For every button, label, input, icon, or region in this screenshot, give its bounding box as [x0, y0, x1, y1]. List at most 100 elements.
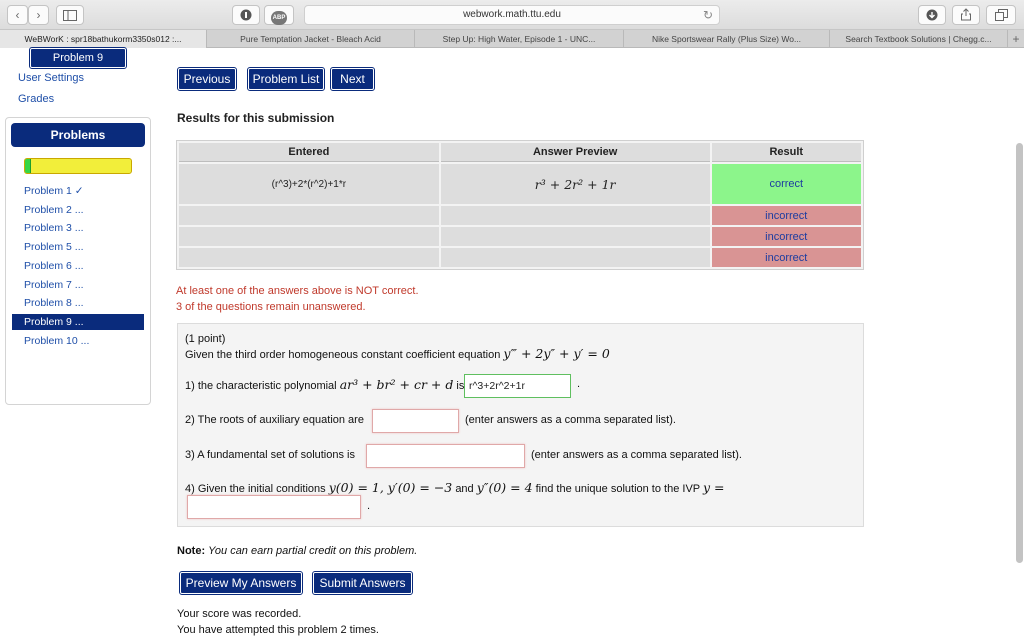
q4-prefix: 4) Given the initial conditions	[185, 483, 326, 495]
downloads-button[interactable]	[918, 5, 946, 25]
result-cell: incorrect	[711, 227, 861, 246]
q4-period: .	[367, 500, 371, 512]
entered-cell	[179, 227, 439, 246]
q4-suffix: find the unique solution to the IVP	[535, 483, 700, 495]
q4-and: and	[455, 483, 474, 495]
question-2-text: 2) The roots of auxiliary equation are	[185, 414, 364, 426]
initial-conditions-2: y″(0) = 4	[476, 480, 533, 495]
problem-intro: Given the third order homogeneous consta…	[185, 346, 610, 361]
sidebar-problem-item[interactable]: Problem 8 ...	[24, 297, 84, 309]
problem-list-button[interactable]: Problem List	[247, 67, 325, 91]
fundamental-set-hint: (enter answers as a comma separated list…	[531, 449, 742, 461]
address-bar[interactable]: webwork.math.ttu.edu ↻	[304, 5, 720, 25]
intro-text: Given the third order homogeneous consta…	[185, 349, 501, 361]
differential-equation: y‴ + 2y″ + y′ = 0	[503, 346, 610, 361]
roots-hint: (enter answers as a comma separated list…	[465, 414, 676, 426]
unanswered-warning: 3 of the questions remain unanswered.	[176, 301, 366, 313]
results-row: incorrect	[179, 227, 861, 246]
question-1: 1) the characteristic polynomial ar³ + b…	[185, 377, 464, 392]
initial-conditions-1: y(0) = 1, y′(0) = −3	[328, 480, 453, 495]
sidebar-problem-item[interactable]: Problem 9 ...	[12, 313, 144, 330]
next-button[interactable]: Next	[330, 67, 375, 91]
results-heading: Results for this submission	[177, 111, 335, 125]
preview-cell	[440, 227, 710, 246]
sidebar-problem-item[interactable]: Problem 6 ...	[24, 260, 84, 272]
tab-bar: WeBWorK : spr18bathukorm3350s012 :... Pur…	[0, 30, 1024, 48]
user-settings-link[interactable]: User Settings	[18, 72, 84, 84]
problem-points: (1 point)	[185, 333, 226, 345]
fundamental-set-input[interactable]	[366, 444, 525, 468]
page-scrollbar[interactable]	[1016, 143, 1023, 563]
entered-cell	[179, 248, 439, 267]
sidebar-problem-item[interactable]: Problem 3 ...	[24, 222, 84, 234]
browser-tab[interactable]: Pure Temptation Jacket - Bleach Acid	[207, 30, 415, 48]
results-row: incorrect	[179, 248, 861, 267]
partial-credit-note: Note: You can earn partial credit on thi…	[177, 545, 417, 557]
share-icon	[961, 8, 971, 21]
attempts-status: You have attempted this problem 2 times.	[177, 624, 379, 636]
browser-tab[interactable]: Step Up: High Water, Episode 1 - UNC...	[415, 30, 624, 48]
entered-cell	[179, 206, 439, 225]
page-content: Problem 9 User Settings Grades Problems …	[0, 47, 1024, 640]
privacy-extension-button[interactable]	[232, 5, 260, 25]
current-problem-link[interactable]: Problem 9	[29, 47, 127, 69]
tabs-icon	[994, 9, 1008, 21]
grades-link[interactable]: Grades	[18, 93, 54, 105]
characteristic-polynomial: ar³ + br² + cr + d	[339, 377, 454, 392]
url-text: webwork.math.ttu.edu	[463, 9, 561, 20]
problems-header: Problems	[11, 123, 145, 147]
results-table: Entered Answer Preview Result (r^3)+2*(r…	[176, 140, 864, 270]
ivp-solution-input[interactable]	[187, 495, 361, 519]
ivp-y-label: y =	[702, 480, 725, 495]
question-4: 4) Given the initial conditions y(0) = 1…	[185, 480, 725, 495]
result-cell: incorrect	[711, 248, 861, 267]
previous-button[interactable]: Previous	[177, 67, 237, 91]
preview-cell	[440, 248, 710, 267]
submit-answers-button[interactable]: Submit Answers	[312, 571, 413, 595]
results-row: incorrect	[179, 206, 861, 225]
sidebar-problem-item[interactable]: Problem 2 ...	[24, 204, 84, 216]
entered-cell: (r^3)+2*(r^2)+1*r	[179, 164, 439, 204]
sidebar-problem-item[interactable]: Problem 1 ✓	[24, 185, 84, 197]
sidebar-icon	[63, 10, 77, 21]
browser-tab[interactable]: WeBWorK : spr18bathukorm3350s012 :...	[0, 30, 207, 48]
results-header-row: Entered Answer Preview Result	[179, 143, 861, 162]
sidebar-problem-item[interactable]: Problem 10 ...	[24, 335, 89, 347]
download-icon	[926, 9, 938, 21]
new-tab-button[interactable]: +	[1008, 30, 1024, 47]
browser-tab[interactable]: Nike Sportswear Rally (Plus Size) Wo...	[624, 30, 830, 48]
sidebar-problem-item[interactable]: Problem 5 ...	[24, 241, 84, 253]
extension-icon	[240, 9, 252, 21]
sidebar-problem-item[interactable]: Problem 7 ...	[24, 279, 84, 291]
progress-bar	[24, 158, 132, 174]
note-text: You can earn partial credit on this prob…	[208, 545, 418, 557]
browser-tab[interactable]: Search Textbook Solutions | Chegg.c...	[830, 30, 1008, 48]
result-cell: incorrect	[711, 206, 861, 225]
forward-icon: ›	[36, 8, 41, 22]
progress-bar-fill	[25, 159, 32, 173]
back-button[interactable]: ‹	[7, 5, 28, 25]
adblock-icon: ABP	[271, 11, 287, 25]
result-cell: correct	[711, 164, 861, 204]
q1-prefix: 1) the characteristic polynomial	[185, 380, 337, 392]
roots-input[interactable]	[372, 409, 459, 433]
col-result: Result	[711, 143, 861, 162]
reload-icon[interactable]: ↻	[703, 6, 713, 24]
forward-button[interactable]: ›	[28, 5, 49, 25]
sidebar-toggle-button[interactable]	[56, 5, 84, 25]
q1-period: .	[577, 378, 581, 390]
preview-cell	[440, 206, 710, 225]
back-icon: ‹	[15, 8, 20, 22]
browser-toolbar: ‹ › ABP webwork.math.ttu.edu ↻	[0, 0, 1024, 30]
characteristic-polynomial-input[interactable]: r^3+2r^2+1r	[464, 374, 571, 398]
note-label: Note:	[177, 545, 206, 557]
tab-overview-button[interactable]	[986, 5, 1016, 25]
adblock-button[interactable]: ABP	[264, 5, 294, 25]
preview-answers-button[interactable]: Preview My Answers	[179, 571, 303, 595]
preview-cell: r³ + 2r² + 1r	[440, 164, 710, 204]
not-correct-warning: At least one of the answers above is NOT…	[176, 285, 419, 297]
col-answer-preview: Answer Preview	[440, 143, 710, 162]
share-button[interactable]	[952, 5, 980, 25]
question-3-text: 3) A fundamental set of solutions is	[185, 449, 355, 461]
col-entered: Entered	[179, 143, 439, 162]
